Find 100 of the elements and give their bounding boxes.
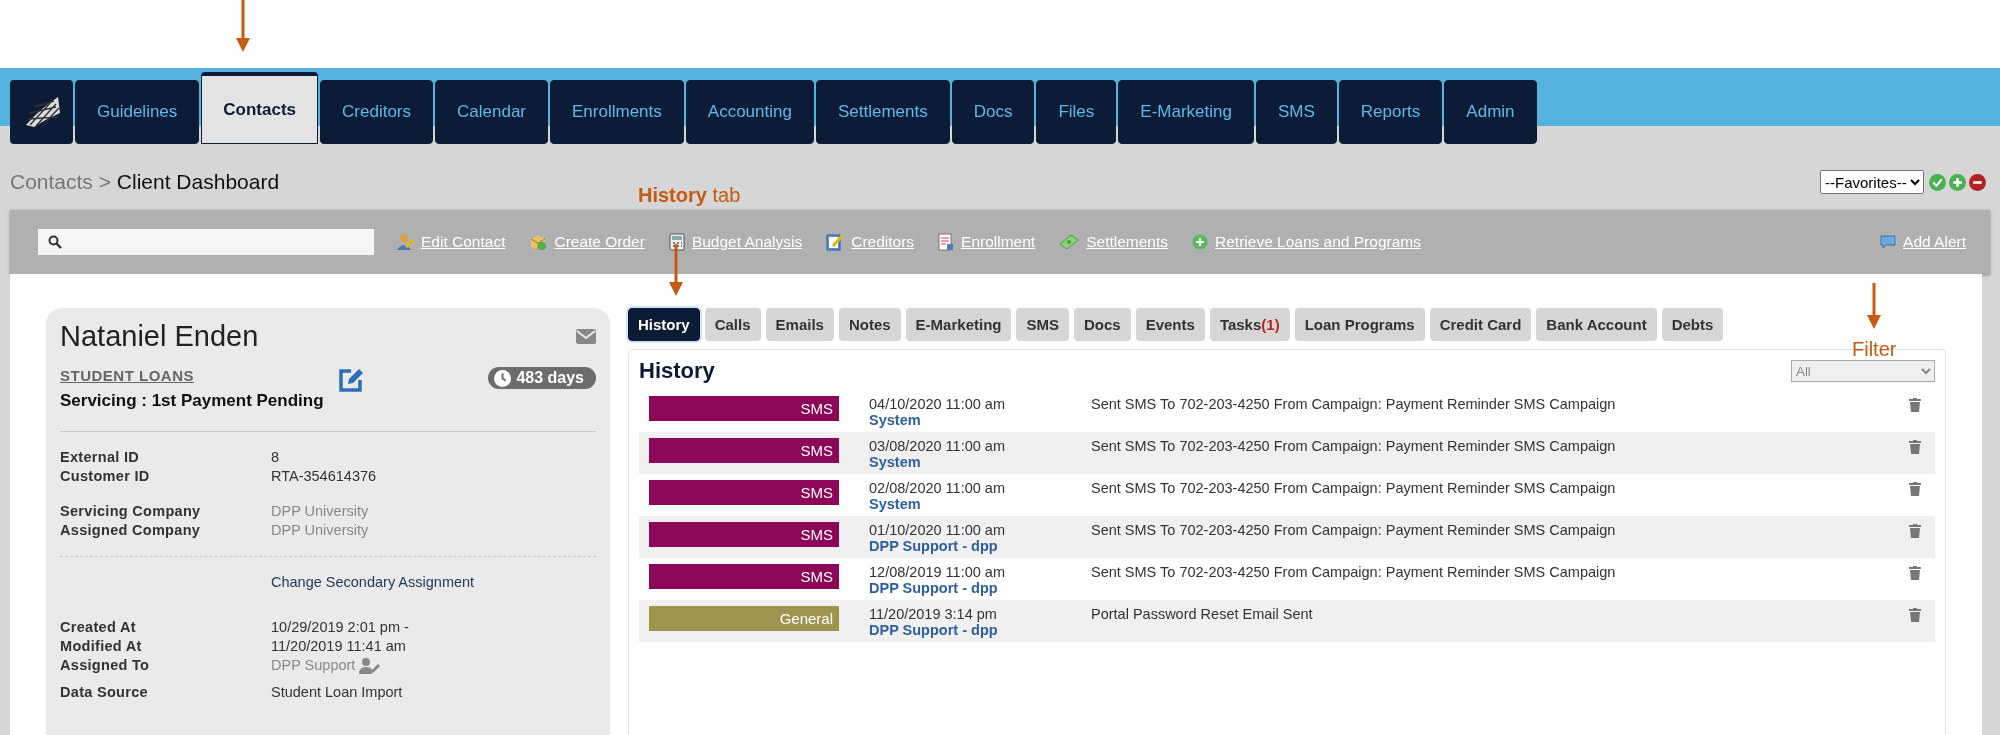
annotation-label: History tab [638, 184, 741, 206]
nav-tab[interactable]: Settlements [815, 80, 950, 144]
user-name: System [869, 412, 922, 428]
field-value: DPP University [271, 502, 369, 521]
date-text: 03/08/2020 11:00 am [869, 438, 1006, 454]
favorites-dropdown[interactable]: --Favorites-- [1820, 170, 1924, 194]
type-label: General [649, 606, 839, 631]
date-text: 11/20/2019 3:14 pm [869, 606, 998, 622]
nav-tab[interactable]: Admin [1444, 80, 1537, 144]
field-label: Assigned To [60, 656, 151, 675]
history-text: Sent SMS To 702-203-4250 From Campaign: Payment Reminder SMS Campaign [1091, 564, 1617, 580]
user-name: System [869, 454, 922, 470]
document-icon [938, 233, 955, 251]
add-icon[interactable] [1949, 173, 1966, 191]
nav-tab[interactable]: Reports [1338, 80, 1443, 144]
tab[interactable]: Credit Card [1429, 308, 1532, 341]
tab[interactable]: Bank Account [1536, 308, 1657, 341]
page-title: Client Dashboard [116, 170, 280, 193]
trash-icon[interactable] [1909, 608, 1921, 622]
box-icon [529, 233, 548, 251]
field-value: Student Loan Import [271, 683, 403, 702]
tab[interactable]: History [628, 308, 700, 341]
change-assignment-link[interactable]: Change Secondary Assignment [271, 573, 475, 592]
field-value: DPP University [271, 521, 369, 540]
field-value: RTA-354614376 [271, 467, 377, 486]
clock-icon [494, 369, 512, 387]
trash-icon[interactable] [1909, 398, 1921, 412]
nav-tab[interactable]: Guidelines [75, 80, 200, 144]
envelope-icon[interactable] [576, 329, 596, 344]
contact-name: Nataniel Enden [60, 320, 259, 353]
trash-icon[interactable] [1909, 566, 1921, 580]
nav-tab[interactable]: Contacts [201, 72, 319, 144]
date-text: 01/10/2020 11:00 am [869, 522, 1006, 538]
tab[interactable]: Events [1135, 308, 1205, 341]
nav-tab[interactable]: SMS [1255, 80, 1337, 144]
nav-tab[interactable]: Files [1036, 80, 1117, 144]
check-icon[interactable] [1929, 173, 1946, 191]
trash-icon[interactable] [1909, 524, 1921, 538]
tab[interactable]: Debts [1661, 308, 1724, 341]
field-label: Customer ID [60, 467, 151, 486]
tab[interactable]: Emails [765, 308, 834, 341]
panel-title: History [639, 358, 715, 384]
add-icon [1192, 234, 1209, 250]
nav-tab[interactable]: Calendar [435, 80, 549, 144]
date-text: 04/10/2020 11:00 am [869, 396, 1006, 412]
nav-tab[interactable]: Accounting [685, 80, 814, 144]
annotation-arrow [1867, 283, 1881, 329]
field-label: Created At [60, 618, 137, 637]
type-label: SMS [649, 396, 839, 421]
field-value: 11/20/2019 11:41 am [271, 637, 406, 656]
nav-tab[interactable]: E-Marketing [1118, 80, 1254, 144]
search-icon [48, 235, 62, 249]
user-name: System [869, 496, 922, 512]
nav-tab[interactable]: Enrollments [550, 80, 684, 144]
trash-icon[interactable] [1909, 482, 1921, 496]
field-value: DPP Support [271, 656, 356, 675]
history-text: Sent SMS To 702-203-4250 From Campaign: Payment Reminder SMS Campaign [1091, 480, 1617, 496]
field-label: Data Source [60, 683, 149, 702]
nav-tab[interactable]: Docs [951, 80, 1035, 144]
field-value: 8 [271, 448, 280, 467]
type-label: SMS [649, 564, 839, 589]
user-name: DPP Support - dpp [869, 580, 999, 596]
trash-icon[interactable] [1909, 440, 1921, 454]
history-text: Sent SMS To 702-203-4250 From Campaign: Payment Reminder SMS Campaign [1091, 396, 1617, 412]
money-icon [1059, 234, 1080, 250]
person-edit-icon [396, 233, 414, 251]
type-label: SMS [649, 438, 839, 463]
history-text: Portal Password Reset Email Sent [1091, 606, 1314, 622]
history-text: Sent SMS To 702-203-4250 From Campaign: Payment Reminder SMS Campaign [1091, 522, 1617, 538]
tab[interactable]: E-Marketing [905, 308, 1012, 341]
notepad-pencil-icon [826, 233, 845, 251]
speech-bubble-icon [1880, 235, 1897, 249]
field-label: Servicing Company [60, 502, 202, 521]
nav-tab[interactable]: Creditors [320, 80, 434, 144]
breadcrumb-separator: > [98, 170, 111, 193]
user-edit-icon[interactable] [359, 657, 382, 674]
field-label: Assigned Company [60, 521, 202, 540]
field-value: 10/29/2019 2:01 pm - [271, 618, 409, 637]
tab[interactable]: Loan Programs [1294, 308, 1425, 341]
tab[interactable]: Calls [704, 308, 761, 341]
status-text: Servicing : 1st Payment Pending [60, 391, 324, 411]
annotation-arrow [669, 244, 683, 296]
program-link[interactable]: STUDENT LOANS [60, 367, 194, 384]
user-name: DPP Support - dpp [869, 622, 999, 638]
type-label: SMS [649, 480, 839, 505]
remove-icon[interactable] [1969, 173, 1986, 191]
annotation-arrow [236, 0, 250, 52]
history-text: Sent SMS To 702-203-4250 From Campaign: Payment Reminder SMS Campaign [1091, 438, 1617, 454]
logo-tab[interactable] [10, 80, 73, 144]
annotation-label: Filter [1852, 338, 1897, 361]
user-name: DPP Support - dpp [869, 538, 999, 554]
days-badge: 483 days [488, 367, 596, 389]
tab[interactable]: Tasks(1) [1209, 308, 1290, 341]
edit-icon[interactable] [337, 367, 364, 393]
tab[interactable]: Docs [1074, 308, 1131, 341]
search-field[interactable] [38, 229, 374, 255]
tab[interactable]: Notes [838, 308, 901, 341]
tab[interactable]: SMS [1016, 308, 1069, 341]
date-text: 02/08/2020 11:00 am [869, 480, 1006, 496]
field-label: External ID [60, 448, 141, 467]
